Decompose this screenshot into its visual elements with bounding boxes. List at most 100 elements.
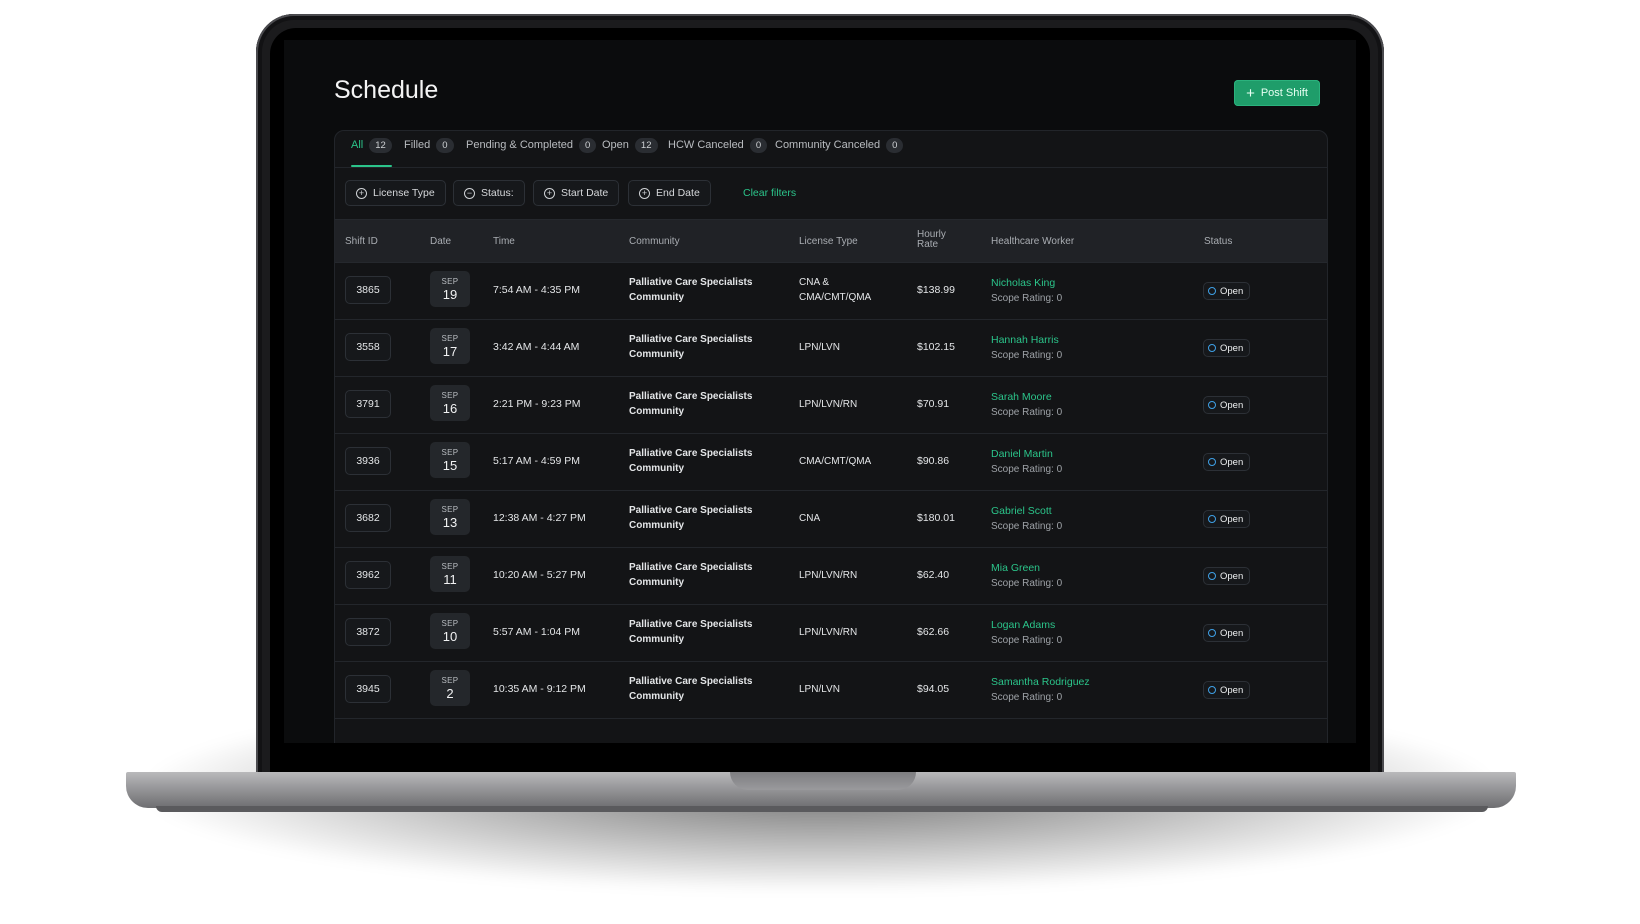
minus-circle-icon: − bbox=[464, 187, 475, 199]
tab-hcw-canceled[interactable]: HCW Canceled 0 bbox=[668, 138, 768, 165]
column-header-license-type[interactable]: License Type bbox=[799, 236, 858, 247]
end-date-filter[interactable]: + End Date bbox=[628, 180, 711, 206]
hourly-rate: $62.40 bbox=[917, 569, 950, 581]
page-title: Schedule bbox=[334, 76, 439, 104]
tab-community-canceled[interactable]: Community Canceled 0 bbox=[775, 138, 904, 165]
table-row[interactable]: 3791 SEP 16 2:21 PM - 9:23 PM Palliative… bbox=[335, 376, 1327, 434]
shift-time: 7:54 AM - 4:35 PM bbox=[493, 284, 580, 296]
community-line: Palliative Care Specialists bbox=[629, 277, 753, 288]
shift-id-badge[interactable]: 3936 bbox=[345, 447, 391, 475]
community-name: Palliative Care Specialists Community bbox=[629, 561, 779, 590]
tab-filled[interactable]: Filled 0 bbox=[404, 138, 454, 165]
filter-label: End Date bbox=[656, 187, 700, 199]
column-header-healthcare-worker[interactable]: Healthcare Worker bbox=[991, 236, 1074, 247]
post-shift-button[interactable]: + Post Shift bbox=[1234, 80, 1320, 106]
column-header-status[interactable]: Status bbox=[1204, 236, 1232, 247]
scope-rating: Scope Rating: 0 bbox=[991, 691, 1063, 703]
column-header-shift-id[interactable]: Shift ID bbox=[345, 236, 378, 247]
license-type: LPN/LVN/RN bbox=[799, 569, 899, 584]
tab-count: 0 bbox=[436, 138, 454, 153]
status-badge: Open bbox=[1203, 624, 1251, 642]
status-badge: Open bbox=[1203, 510, 1251, 528]
worker-name-link[interactable]: Hannah Harris bbox=[991, 334, 1059, 346]
community-name: Palliative Care Specialists Community bbox=[629, 390, 779, 419]
status-filter[interactable]: − Status: bbox=[453, 180, 525, 206]
worker-name-link[interactable]: Samantha Rodriguez bbox=[991, 676, 1090, 688]
license-type: CMA/CMT/QMA bbox=[799, 455, 899, 470]
shift-id-badge[interactable]: 3791 bbox=[345, 390, 391, 418]
shift-id-badge[interactable]: 3558 bbox=[345, 333, 391, 361]
date-badge: SEP 15 bbox=[430, 442, 470, 478]
open-circle-icon bbox=[1208, 401, 1216, 409]
date-month: SEP bbox=[441, 618, 459, 628]
date-day: 13 bbox=[442, 514, 458, 530]
license-type: LPN/LVN bbox=[799, 341, 899, 356]
table-row[interactable]: 3945 SEP 2 10:35 AM - 9:12 PM Palliative… bbox=[335, 661, 1327, 719]
shift-id-badge[interactable]: 3865 bbox=[345, 276, 391, 304]
tab-open[interactable]: Open 12 bbox=[602, 138, 658, 165]
plus-circle-icon: + bbox=[639, 187, 650, 199]
column-header-community[interactable]: Community bbox=[629, 236, 680, 247]
filter-bar: + License Type − Status: + Start Date + … bbox=[335, 168, 1327, 220]
hourly-rate: $94.05 bbox=[917, 683, 950, 695]
worker-name-link[interactable]: Mia Green bbox=[991, 562, 1040, 574]
status-badge: Open bbox=[1203, 681, 1251, 699]
filter-label: Start Date bbox=[561, 187, 609, 199]
table-header: Shift ID Date Time Community License Typ… bbox=[335, 219, 1327, 263]
column-header-time[interactable]: Time bbox=[493, 236, 515, 247]
column-header-hourly-rate[interactable]: Hourly Rate bbox=[917, 230, 946, 250]
clear-filters-link[interactable]: Clear filters bbox=[743, 187, 796, 199]
status-label: Open bbox=[1220, 399, 1244, 411]
shift-time: 5:17 AM - 4:59 PM bbox=[493, 455, 580, 467]
hourly-rate: $138.99 bbox=[917, 284, 955, 296]
worker-name-link[interactable]: Gabriel Scott bbox=[991, 505, 1052, 517]
tab-count: 0 bbox=[579, 138, 597, 153]
table-row[interactable]: 3936 SEP 15 5:17 AM - 4:59 PM Palliative… bbox=[335, 433, 1327, 491]
community-line: Community bbox=[629, 690, 684, 702]
status-label: Open bbox=[1220, 513, 1244, 525]
shift-id-badge[interactable]: 3872 bbox=[345, 618, 391, 646]
table-row[interactable]: 3865 SEP 19 7:54 AM - 4:35 PM Palliative… bbox=[335, 262, 1327, 320]
worker-name-link[interactable]: Daniel Martin bbox=[991, 448, 1053, 460]
shift-id-badge[interactable]: 3682 bbox=[345, 504, 391, 532]
tab-label: Open bbox=[602, 139, 629, 151]
hourly-rate: $180.01 bbox=[917, 512, 955, 524]
table-row[interactable]: 3872 SEP 10 5:57 AM - 1:04 PM Palliative… bbox=[335, 604, 1327, 662]
tab-all[interactable]: All 12 bbox=[351, 138, 392, 167]
healthcare-worker: Nicholas King Scope Rating: 0 bbox=[991, 276, 1062, 306]
table-row[interactable]: 3558 SEP 17 3:42 AM - 4:44 AM Palliative… bbox=[335, 319, 1327, 377]
community-name: Palliative Care Specialists Community bbox=[629, 447, 779, 476]
date-badge: SEP 11 bbox=[430, 556, 470, 592]
worker-name-link[interactable]: Logan Adams bbox=[991, 619, 1055, 631]
worker-name-link[interactable]: Nicholas King bbox=[991, 277, 1055, 289]
date-badge: SEP 17 bbox=[430, 328, 470, 364]
filter-label: Status: bbox=[481, 187, 514, 199]
table-row[interactable]: 3962 SEP 11 10:20 AM - 5:27 PM Palliativ… bbox=[335, 547, 1327, 605]
date-day: 17 bbox=[442, 343, 458, 359]
open-circle-icon bbox=[1208, 572, 1216, 580]
date-day: 2 bbox=[446, 685, 454, 701]
column-header-date[interactable]: Date bbox=[430, 236, 451, 247]
community-line: Palliative Care Specialists bbox=[629, 676, 753, 687]
hourly-rate: $62.66 bbox=[917, 626, 950, 638]
license-type-filter[interactable]: + License Type bbox=[345, 180, 446, 206]
start-date-filter[interactable]: + Start Date bbox=[533, 180, 620, 206]
tab-pending-completed[interactable]: Pending & Completed 0 bbox=[466, 138, 597, 165]
status-badge: Open bbox=[1203, 396, 1251, 414]
table-row[interactable]: 3682 SEP 13 12:38 AM - 4:27 PM Palliativ… bbox=[335, 490, 1327, 548]
license-line: CNA & bbox=[799, 277, 830, 288]
license-type: LPN/LVN/RN bbox=[799, 398, 899, 413]
date-month: SEP bbox=[441, 447, 459, 457]
shift-id-badge[interactable]: 3962 bbox=[345, 561, 391, 589]
community-line: Palliative Care Specialists bbox=[629, 619, 753, 630]
status-label: Open bbox=[1220, 684, 1244, 696]
tab-count: 0 bbox=[749, 138, 768, 153]
worker-name-link[interactable]: Sarah Moore bbox=[991, 391, 1052, 403]
date-badge: SEP 2 bbox=[430, 670, 470, 706]
shift-id-badge[interactable]: 3945 bbox=[345, 675, 391, 703]
community-line: Community bbox=[629, 405, 684, 417]
license-line: LPN/LVN/RN bbox=[799, 399, 858, 410]
status-label: Open bbox=[1220, 627, 1244, 639]
date-badge: SEP 19 bbox=[430, 271, 470, 307]
scope-rating: Scope Rating: 0 bbox=[991, 292, 1063, 304]
